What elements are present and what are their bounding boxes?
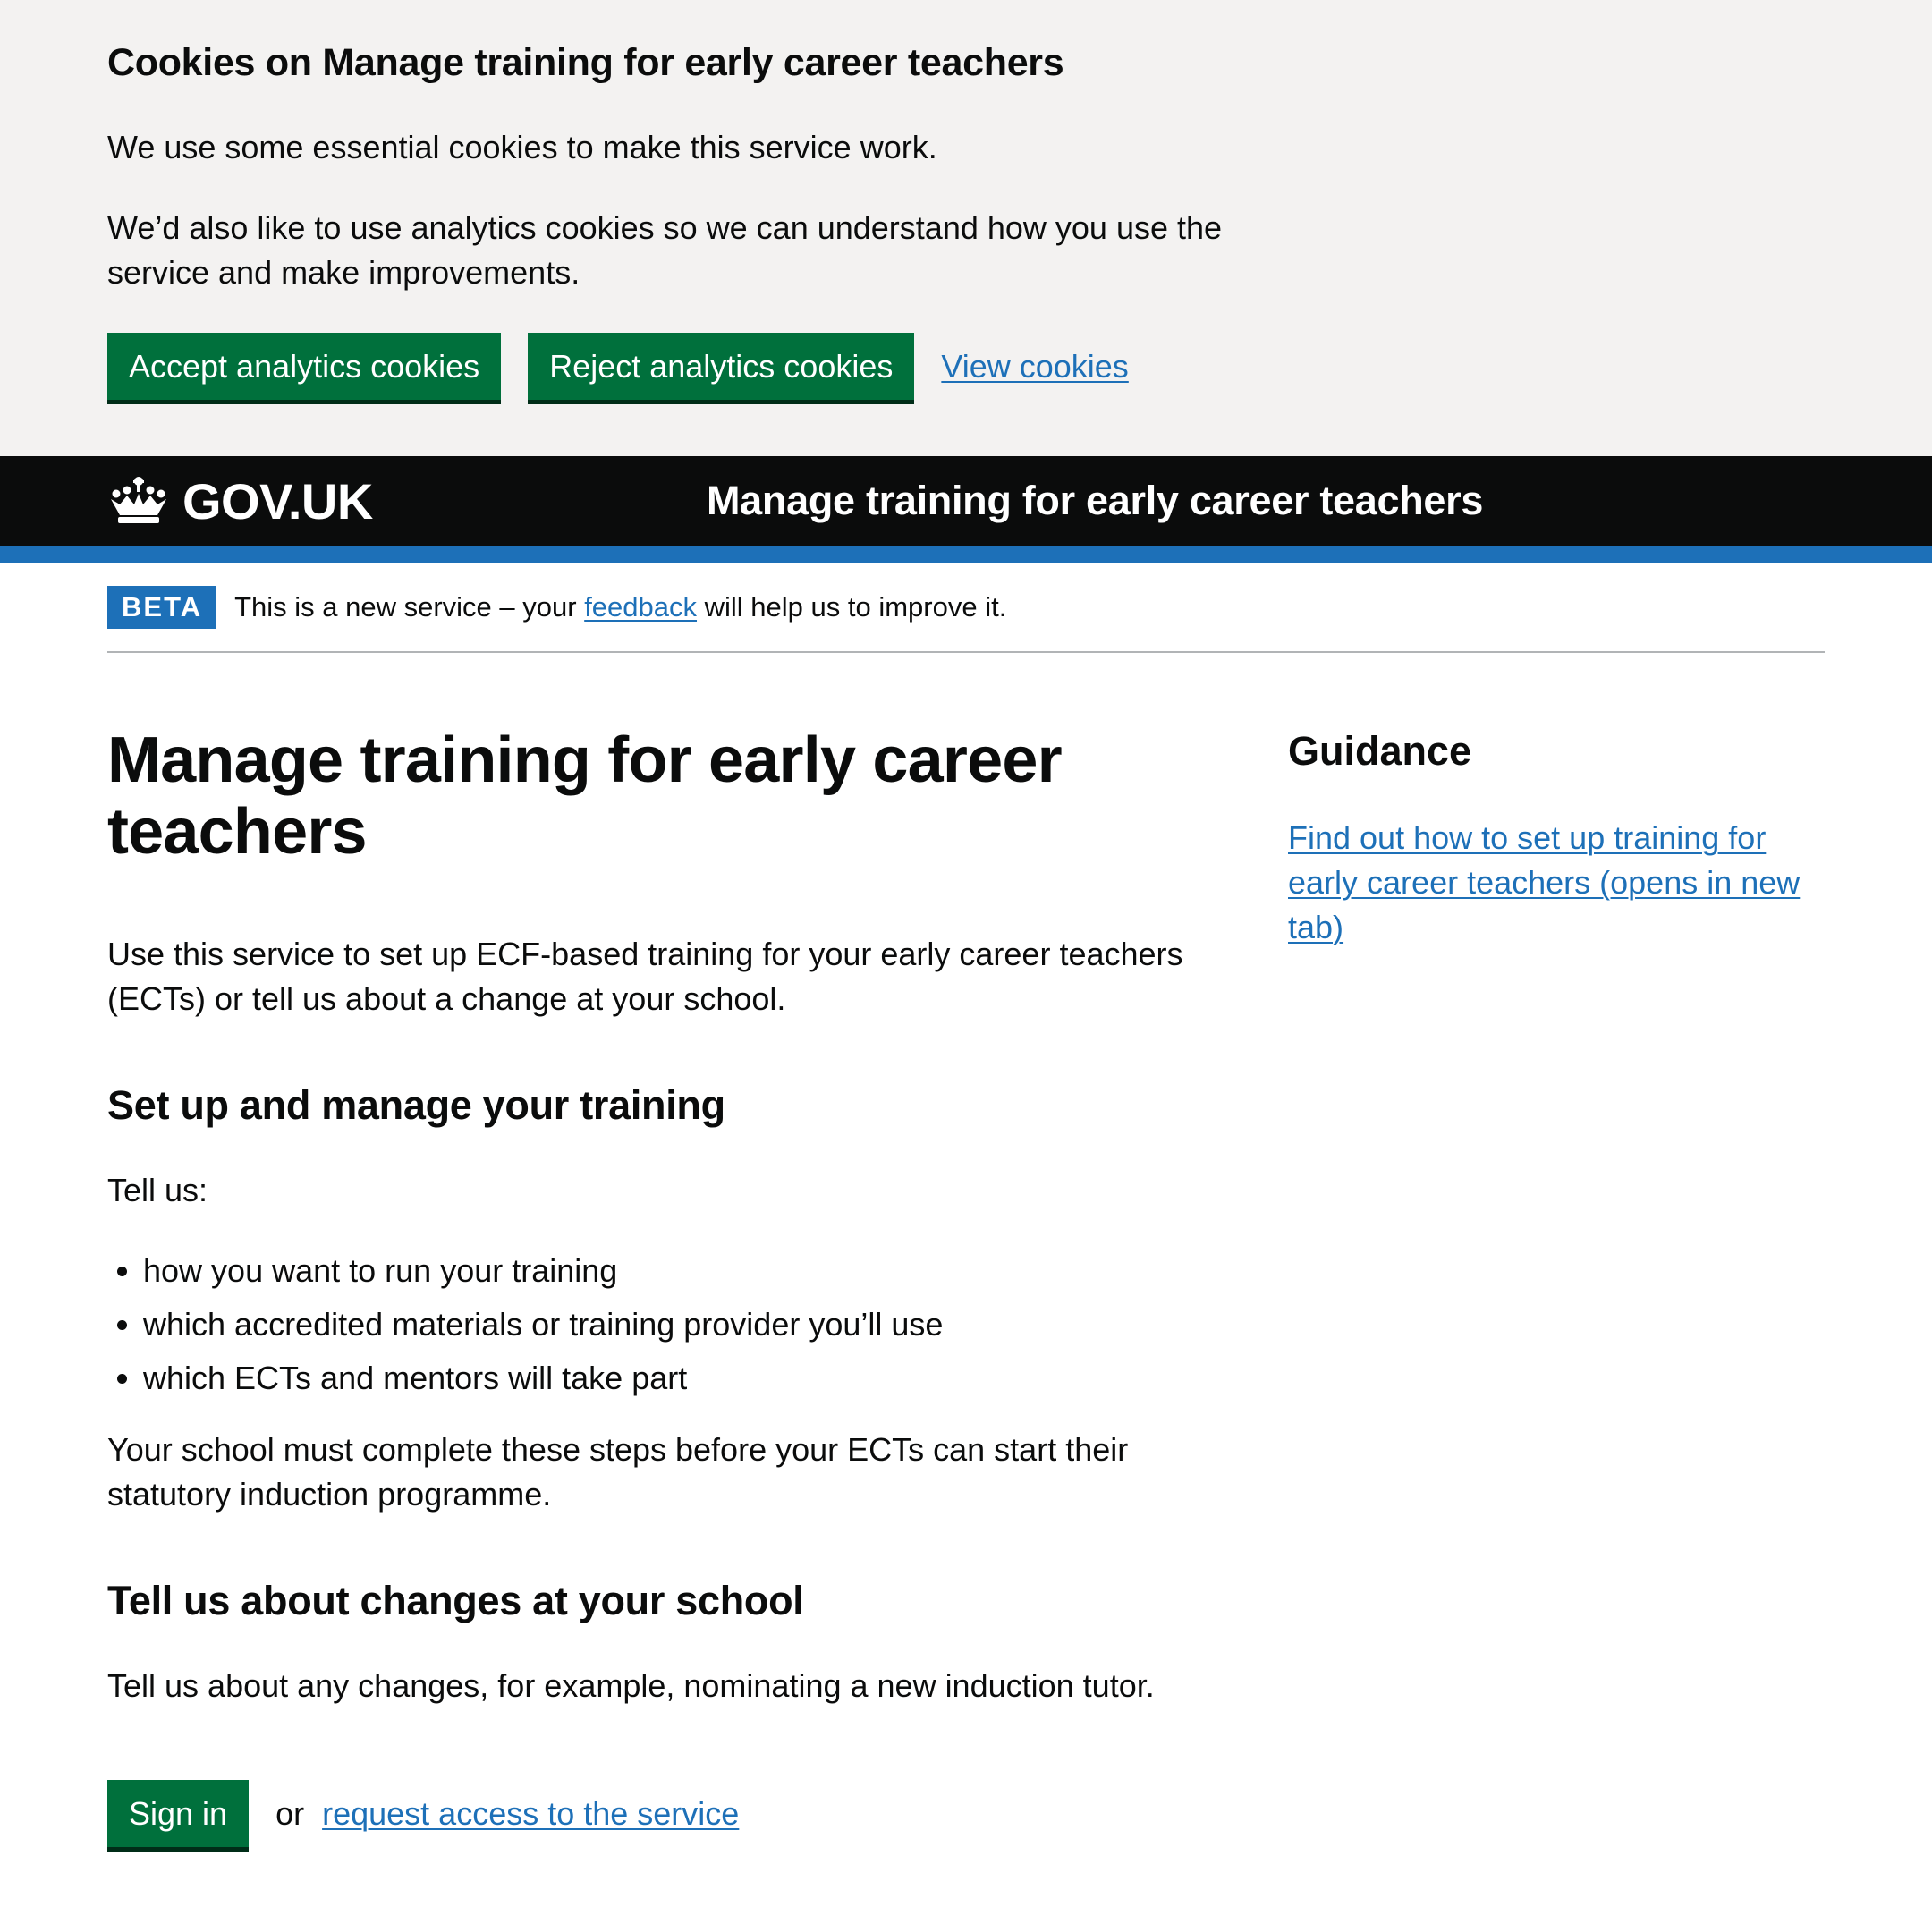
main-column: Manage training for early career teacher… <box>107 724 1208 1847</box>
tell-us-text: Tell us: <box>107 1172 208 1208</box>
list-item: which accredited materials or training p… <box>143 1302 1208 1347</box>
phase-text-before: This is a new service – your <box>234 591 585 623</box>
main-content: Manage training for early career teacher… <box>0 653 1932 1847</box>
setup-note: Your school must complete these steps be… <box>107 1431 1129 1513</box>
accept-analytics-cookies-button[interactable]: Accept analytics cookies <box>107 333 502 400</box>
phase-banner: BETA This is a new service – your feedba… <box>107 564 1825 653</box>
section-heading-setup: Set up and manage your training <box>107 1082 725 1128</box>
crown-icon <box>111 477 166 523</box>
page-title: Manage training for early career teacher… <box>107 724 1063 868</box>
cookie-banner: Cookies on Manage training for early car… <box>0 0 1932 456</box>
reject-analytics-cookies-button[interactable]: Reject analytics cookies <box>528 333 915 400</box>
header-stripe <box>0 546 1932 564</box>
view-cookies-link[interactable]: View cookies <box>941 348 1128 386</box>
cookie-banner-text-essential: We use some essential cookies to make th… <box>107 129 937 165</box>
or-text: or <box>275 1794 305 1832</box>
govuk-logo-text: GOV.UK <box>182 472 373 530</box>
sign-in-actions: Sign in or request access to the service <box>107 1780 1208 1847</box>
setup-steps-list: how you want to run your training which … <box>107 1249 1208 1401</box>
request-access-link[interactable]: request access to the service <box>322 1795 739 1833</box>
site-header: GOV.UK Manage training for early career … <box>0 456 1932 546</box>
changes-text: Tell us about any changes, for example, … <box>107 1667 1155 1704</box>
phase-text-after: will help us to improve it. <box>697 591 1007 623</box>
list-item: how you want to run your training <box>143 1249 1208 1293</box>
intro-text: Use this service to set up ECF-based tra… <box>107 936 1183 1017</box>
phase-banner-text: This is a new service – your feedback wi… <box>234 591 1006 623</box>
guidance-link[interactable]: Find out how to set up training for earl… <box>1288 816 1825 950</box>
feedback-link[interactable]: feedback <box>584 591 697 623</box>
govuk-logo-link[interactable]: GOV.UK <box>107 472 373 530</box>
sign-in-button[interactable]: Sign in <box>107 1780 250 1847</box>
guidance-heading: Guidance <box>1288 728 1472 774</box>
section-heading-changes: Tell us about changes at your school <box>107 1578 804 1623</box>
cookie-banner-text-analytics: We’d also like to use analytics cookies … <box>107 209 1223 291</box>
beta-tag: BETA <box>107 586 217 629</box>
cookie-banner-title: Cookies on Manage training for early car… <box>107 41 1064 84</box>
service-name-link[interactable]: Manage training for early career teacher… <box>707 478 1483 524</box>
cookie-banner-actions: Accept analytics cookies Reject analytic… <box>107 333 1825 400</box>
guidance-sidebar: Guidance Find out how to set up training… <box>1288 724 1825 1847</box>
list-item: which ECTs and mentors will take part <box>143 1356 1208 1401</box>
